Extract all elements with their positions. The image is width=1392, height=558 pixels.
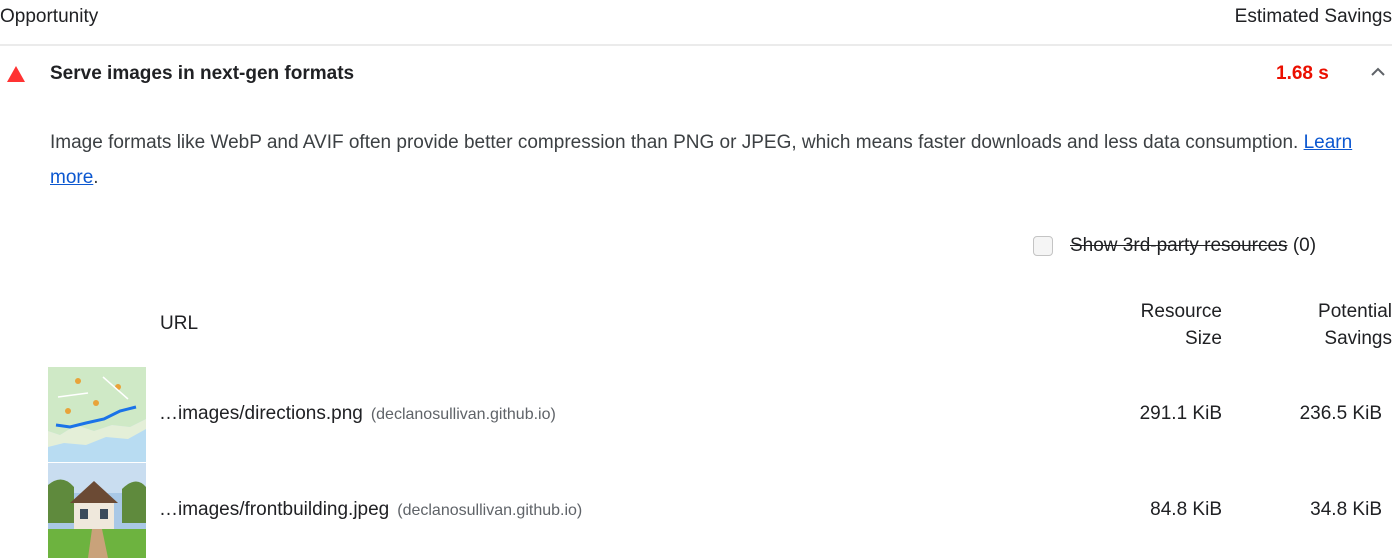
resource-size-line2: Size xyxy=(1185,328,1222,349)
row-url-path: …images/directions.png xyxy=(159,403,363,424)
table-row-url[interactable]: …images/directions.png (declanosullivan.g… xyxy=(159,403,556,425)
row-url-host: (declanosullivan.github.io) xyxy=(397,502,583,519)
audit-description: Image formats like WebP and AVIF often p… xyxy=(50,125,1360,195)
audit-title[interactable]: Serve images in next-gen formats xyxy=(50,63,354,85)
audit-savings: 1.68 s xyxy=(1276,63,1329,84)
row-potential-savings: 236.5 KiB xyxy=(1299,403,1382,424)
opportunity-header: Opportunity xyxy=(0,6,99,27)
map-thumbnail xyxy=(48,367,146,462)
row-url-host: (declanosullivan.github.io) xyxy=(370,406,556,423)
row-resource-size: 84.8 KiB xyxy=(1150,499,1222,520)
third-party-label[interactable]: Show 3rd-party resources (0) xyxy=(1070,235,1316,257)
third-party-label-text: Show 3rd-party resources xyxy=(1070,235,1288,256)
chevron-up-icon[interactable] xyxy=(1369,64,1387,78)
column-header-potential-savings: Potential Savings xyxy=(1262,298,1392,352)
third-party-checkbox[interactable] xyxy=(1033,236,1053,256)
third-party-count: (0) xyxy=(1292,235,1317,256)
warning-triangle-icon xyxy=(7,66,25,82)
estimated-savings-header: Estimated Savings xyxy=(1234,6,1392,27)
row-resource-size: 291.1 KiB xyxy=(1139,403,1222,424)
description-text: Image formats like WebP and AVIF often p… xyxy=(50,132,1299,153)
column-header-url: URL xyxy=(160,313,199,334)
potential-savings-line1: Potential xyxy=(1318,301,1392,322)
row-url-path: …images/frontbuilding.jpeg xyxy=(159,499,390,520)
description-suffix: . xyxy=(93,167,99,188)
potential-savings-line2: Savings xyxy=(1324,328,1392,349)
resource-size-line1: Resource xyxy=(1140,301,1222,322)
house-thumbnail xyxy=(48,463,146,558)
column-header-resource-size: Resource Size xyxy=(1100,298,1222,352)
table-row-url[interactable]: …images/frontbuilding.jpeg (declanosulliv… xyxy=(159,499,582,521)
header-divider xyxy=(0,44,1392,46)
row-potential-savings: 34.8 KiB xyxy=(1310,499,1382,520)
